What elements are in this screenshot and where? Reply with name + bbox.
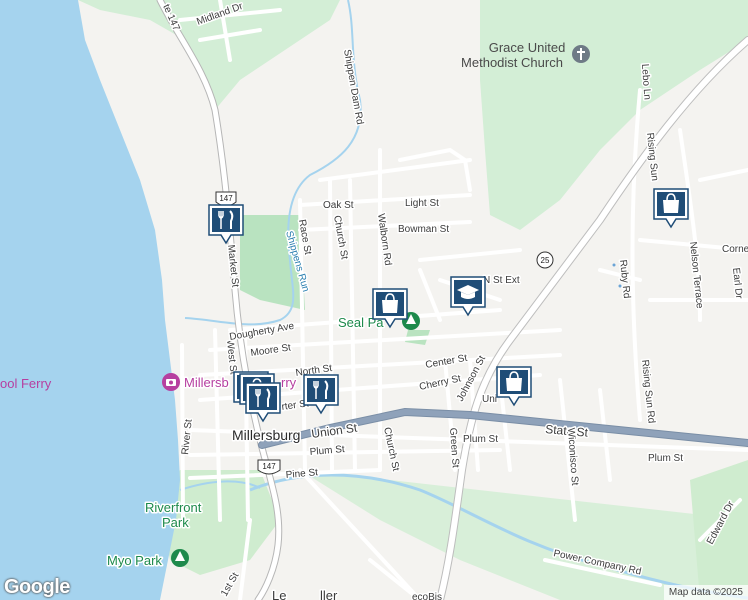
restaurant-marker-1[interactable] xyxy=(207,203,245,247)
road-label-plum-st-east: Plum St xyxy=(648,453,683,464)
restaurant-marker-3[interactable] xyxy=(244,381,282,425)
google-logo[interactable]: Google xyxy=(4,576,70,599)
park-label-myo-park: Myo Park xyxy=(107,553,162,568)
route-147-shield-south: 147 xyxy=(257,459,281,475)
road-label-corner-partial: Corne xyxy=(722,244,748,255)
road-label-bottom-partial-1: Le xyxy=(272,588,286,600)
road-label-plum-st-mid: Plum St xyxy=(463,434,498,445)
graduation-cap-icon xyxy=(450,276,486,317)
ferry-label: Millersb xyxy=(184,375,229,390)
church-label-line2: Methodist Church xyxy=(461,55,563,70)
camera-icon xyxy=(162,373,180,391)
shopping-bag-icon xyxy=(653,188,689,229)
church-icon xyxy=(572,45,590,63)
shield-147-north-label: 147 xyxy=(219,194,233,203)
map-data-attribution[interactable]: Map data ©2025 xyxy=(663,585,748,600)
shopping-marker-3[interactable] xyxy=(495,365,533,409)
park-tree-icon-myo xyxy=(171,549,189,567)
road-label-n-st-ext: N St Ext xyxy=(483,275,520,286)
fork-knife-icon xyxy=(208,204,244,245)
road-label-bottom-partial-2: ller xyxy=(320,588,338,600)
restaurant-marker-4[interactable] xyxy=(302,373,340,417)
shopping-marker-4[interactable] xyxy=(652,187,690,231)
route-25-shield: 25 xyxy=(536,251,554,269)
shopping-bag-icon xyxy=(372,288,408,329)
shopping-bag-icon xyxy=(496,366,532,407)
town-label-millersburg: Millersburg xyxy=(232,427,300,443)
park-label-riverfront-line1: Riverfront xyxy=(145,500,202,515)
road-label-bottom-partial-3: ecoBis xyxy=(412,592,442,600)
ferry-label-suffix: rry xyxy=(281,375,297,390)
road-label-bowman-st: Bowman St xyxy=(398,224,449,235)
road-label-oak-st: Oak St xyxy=(323,200,354,211)
church-label-line1: Grace United xyxy=(489,40,566,55)
fork-knife-icon xyxy=(303,374,339,415)
park-label-riverfront-line2: Park xyxy=(162,515,189,530)
school-marker[interactable] xyxy=(449,275,487,319)
shield-25-label: 25 xyxy=(541,256,550,265)
road-label-light-st: Light St xyxy=(405,198,439,209)
shield-147-south-label: 147 xyxy=(262,462,276,471)
ferry-label-left: ool Ferry xyxy=(0,376,52,391)
shopping-marker-1[interactable] xyxy=(371,287,409,331)
fork-knife-icon xyxy=(245,382,281,423)
